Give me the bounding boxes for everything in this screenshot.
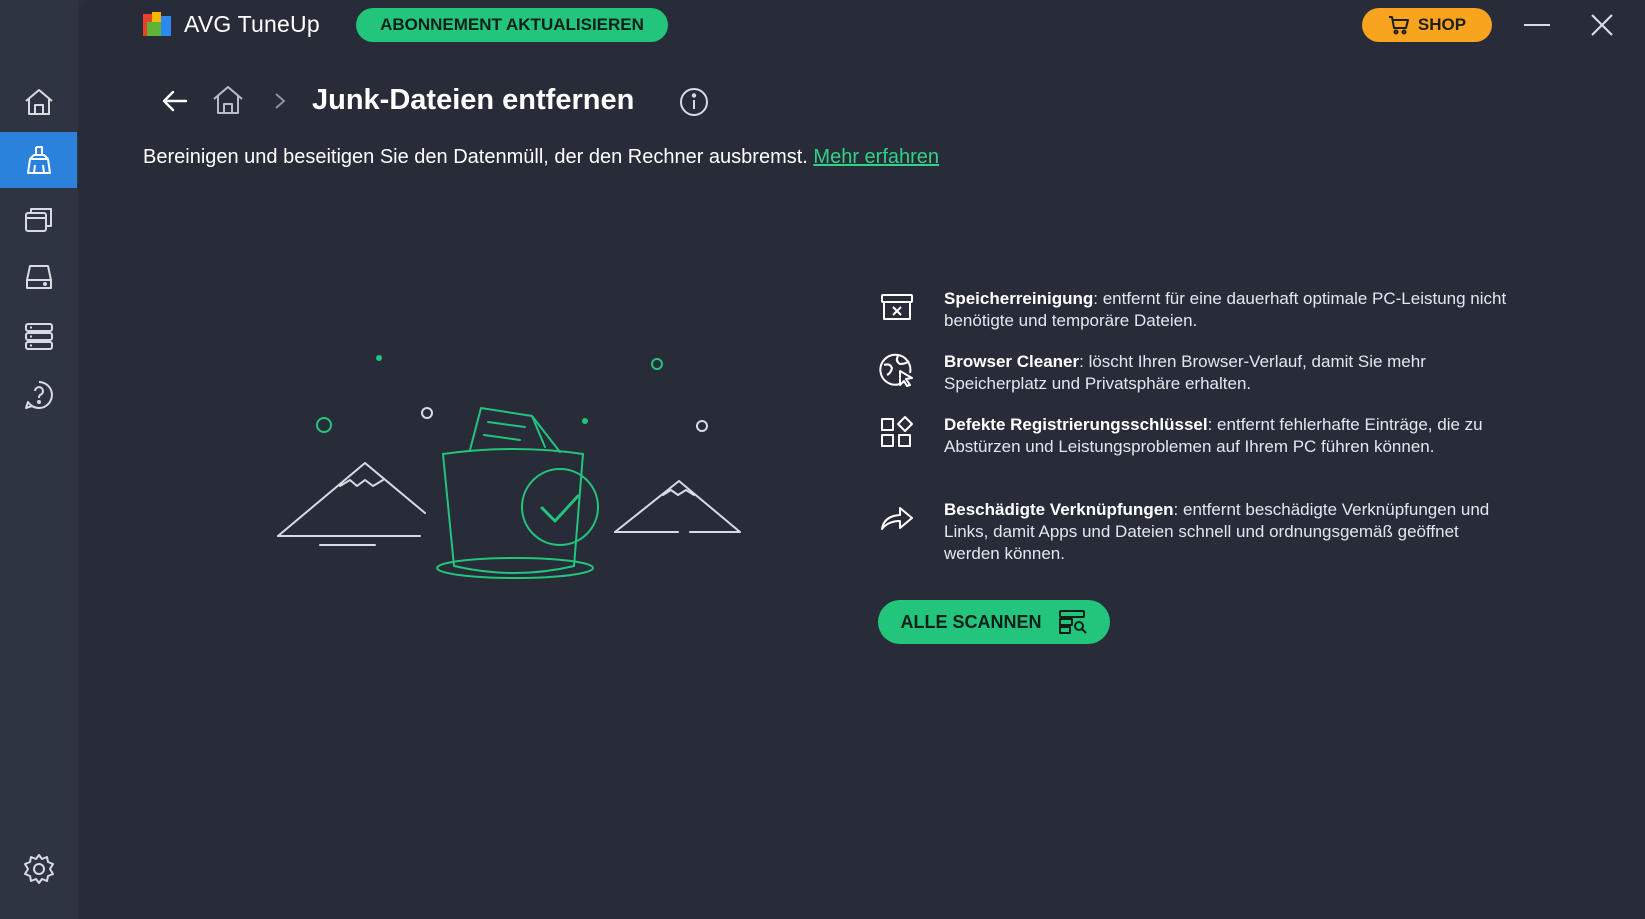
feature-text: Defekte Registrierungsschlüssel: entfern… bbox=[944, 414, 1518, 458]
gear-icon bbox=[23, 854, 54, 884]
chevron-right-icon bbox=[275, 93, 286, 109]
feature-registry: Defekte Registrierungsschlüssel: entfern… bbox=[878, 414, 1518, 458]
subtitle-text: Bereinigen und beseitigen Sie den Datenm… bbox=[143, 146, 808, 168]
cart-icon bbox=[1388, 16, 1409, 35]
sidebar-item-apps[interactable] bbox=[0, 191, 77, 247]
minimize-button[interactable] bbox=[1520, 10, 1554, 40]
sidebar-item-drive[interactable] bbox=[0, 249, 77, 305]
feature-shortcuts: Beschädigte Verknüpfungen: entfernt besc… bbox=[878, 499, 1518, 565]
sidebar bbox=[0, 0, 78, 919]
feature-title: Defekte Registrierungsschlüssel bbox=[944, 415, 1208, 434]
feature-text: Beschädigte Verknüpfungen: entfernt besc… bbox=[944, 499, 1518, 565]
hard-drive-icon bbox=[25, 265, 52, 289]
sidebar-item-list[interactable] bbox=[0, 308, 77, 364]
windows-stack-icon bbox=[24, 208, 52, 232]
close-icon bbox=[1591, 14, 1613, 36]
sidebar-item-home[interactable] bbox=[0, 74, 77, 130]
info-icon[interactable] bbox=[678, 86, 710, 118]
page-subtitle: Bereinigen und beseitigen Sie den Datenm… bbox=[143, 146, 939, 169]
close-button[interactable] bbox=[1585, 10, 1619, 40]
learn-more-link[interactable]: Mehr erfahren bbox=[813, 146, 939, 168]
feature-disk-cleanup: Speicherreinigung: entfernt für eine dau… bbox=[878, 288, 1518, 332]
feature-title: Beschädigte Verknüpfungen bbox=[944, 500, 1174, 519]
archive-x-icon bbox=[881, 294, 913, 320]
grid-diamond-icon bbox=[881, 416, 913, 447]
upgrade-subscription-button[interactable]: ABONNEMENT AKTUALISIEREN bbox=[356, 8, 668, 42]
share-arrow-icon bbox=[881, 507, 913, 530]
feature-text: Browser Cleaner: löscht Ihren Browser-Ve… bbox=[944, 351, 1518, 395]
avg-logo-icon bbox=[143, 12, 171, 36]
sidebar-item-settings[interactable] bbox=[0, 841, 77, 897]
feature-text: Speicherreinigung: entfernt für eine dau… bbox=[944, 288, 1518, 332]
minimize-icon bbox=[1524, 24, 1550, 26]
broom-icon bbox=[26, 146, 51, 174]
shop-button[interactable]: SHOP bbox=[1362, 8, 1492, 42]
home-icon bbox=[24, 89, 53, 115]
scan-list-icon bbox=[1058, 610, 1087, 634]
back-arrow-icon[interactable] bbox=[158, 84, 192, 118]
feature-browser-cleaner: Browser Cleaner: löscht Ihren Browser-Ve… bbox=[878, 351, 1518, 395]
sidebar-item-help[interactable] bbox=[0, 367, 77, 423]
help-icon bbox=[24, 381, 53, 410]
sidebar-item-cleanup[interactable] bbox=[0, 132, 77, 188]
globe-cursor-icon bbox=[879, 353, 913, 387]
feature-title: Browser Cleaner bbox=[944, 352, 1080, 371]
server-list-icon bbox=[24, 323, 53, 350]
feature-title: Speicherreinigung bbox=[944, 289, 1094, 308]
page-title: Junk-Dateien entfernen bbox=[312, 84, 635, 116]
scan-all-button[interactable]: ALLE SCANNEN bbox=[878, 600, 1110, 644]
shop-label: SHOP bbox=[1417, 15, 1467, 34]
breadcrumb-home-icon[interactable] bbox=[210, 82, 246, 118]
app-title: AVG TuneUp bbox=[184, 11, 320, 37]
junk-bin-illustration bbox=[277, 355, 741, 579]
scan-all-label: ALLE SCANNEN bbox=[900, 611, 1042, 632]
